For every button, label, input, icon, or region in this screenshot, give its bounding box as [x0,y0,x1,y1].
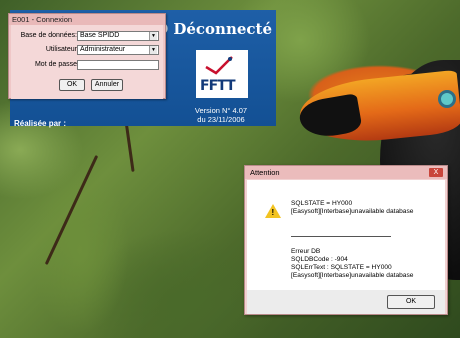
chevron-down-icon[interactable]: ▼ [149,46,157,54]
attention-footer: OK [247,290,445,314]
close-icon[interactable]: X [429,168,443,177]
chevron-down-icon[interactable]: ▼ [149,32,157,40]
message-line: SQLErrText : SQLSTATE = HY000 [291,264,392,271]
message-line: SQLDBCode : -904 [291,256,348,263]
separator [291,236,391,237]
warning-mark: ! [271,208,275,217]
attention-dialog: Attention X ! SQLSTATE = HY000 [Easysoft… [244,165,448,315]
message-line: [Easysoft][Interbase]unavailable databas… [291,272,414,279]
ok-button[interactable]: OK [59,79,85,91]
cancel-button[interactable]: Annuler [91,79,123,91]
branch [124,120,135,172]
connexion-titlebar: E001 - Connexion [9,14,165,25]
version-number: Version N° 4.07 [194,106,248,115]
realise-par-label: Réalisée par : [14,119,67,128]
attention-content: ! SQLSTATE = HY000 [Easysoft][Interbase]… [247,180,445,290]
attention-titlebar: Attention [245,166,447,179]
attention-ok-button[interactable]: OK [387,295,435,309]
base-row: Base de données: Base SPIDD ▼ [11,31,161,42]
branch [44,154,99,266]
base-label: Base de données: [20,32,77,39]
logo-text: FFTT [200,78,236,94]
connexion-dialog: E001 - Connexion Base de données: Base S… [8,13,166,99]
user-label: Utilisateur [45,46,77,53]
password-field[interactable] [77,60,159,70]
user-select[interactable]: Administrateur ▼ [77,45,159,55]
logo-swoosh-icon [205,56,233,75]
password-row: Mot de passe [11,60,161,71]
base-value: Base SPIDD [80,32,120,39]
message-line: Erreur DB [291,248,321,255]
base-select[interactable]: Base SPIDD ▼ [77,31,159,41]
password-label: Mot de passe [34,61,77,68]
message-line: [Easysoft][Interbase]unavailable databas… [291,208,414,215]
message-line: SQLSTATE = HY000 [291,200,353,207]
version-date: du 23/11/2006 [197,115,245,124]
user-row: Utilisateur Administrateur ▼ [11,45,161,56]
version-info: Version N° 4.07 du 23/11/2006 [186,106,256,124]
toucan-eye [438,90,456,108]
user-value: Administrateur [80,46,126,53]
fftt-logo: FFTT [196,50,248,98]
connexion-body: Base de données: Base SPIDD ▼ Utilisateu… [11,25,163,99]
